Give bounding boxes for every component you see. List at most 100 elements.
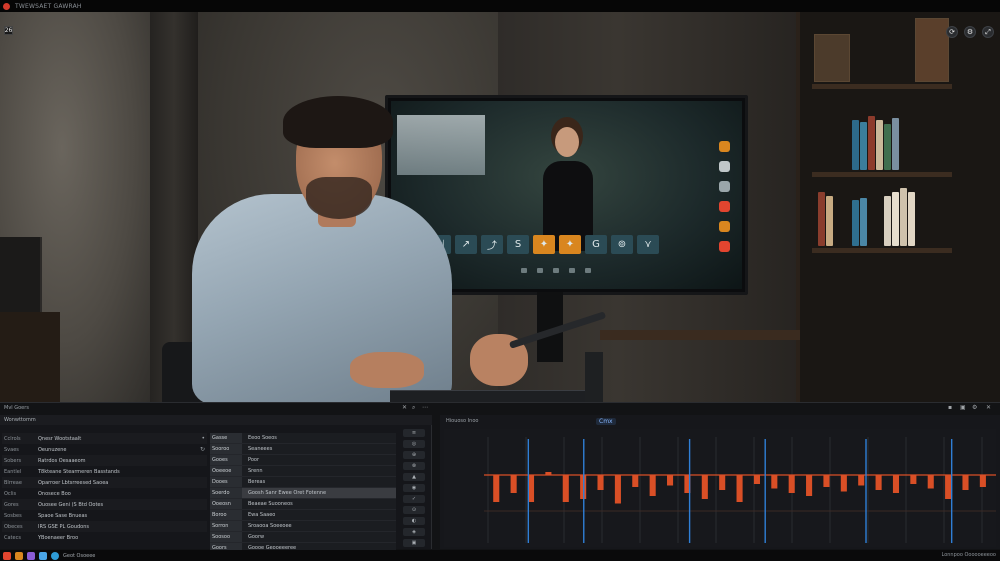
mini-tool-button[interactable]: ⊗	[403, 462, 425, 470]
taskbar-app-icon[interactable]	[39, 551, 47, 560]
person-hair	[283, 96, 393, 148]
list-item[interactable]: Obeces IRS GSE PL Goudons	[2, 521, 207, 532]
corner-badge[interactable]: 26	[4, 26, 13, 35]
book	[884, 124, 891, 170]
shelf-box	[814, 34, 850, 82]
close-icon[interactable]: ✕	[986, 405, 992, 411]
sidebar-app-icon[interactable]	[718, 221, 730, 232]
taskbar-app-icon[interactable]	[27, 551, 35, 560]
expand-icon[interactable]: ⤢	[982, 26, 994, 38]
list-item[interactable]: Sobers Ratrdos Oesaaeom	[2, 455, 207, 466]
sidebar-app-icon[interactable]	[718, 201, 730, 212]
scope-pulse	[806, 475, 813, 496]
page-dot[interactable]	[537, 268, 543, 273]
list-item[interactable]: Soosoo Goorw	[210, 532, 396, 543]
list-item[interactable]: Dooes Bereas	[210, 477, 396, 488]
list-item[interactable]: Blrreae Oparroer Lbtsrreesed Saoea	[2, 477, 207, 488]
list-item[interactable]: Eantlel T8kteane Stearmeren Basstands	[2, 466, 207, 477]
book	[892, 192, 899, 246]
presenter-head	[555, 127, 579, 157]
scope-pulse	[962, 475, 969, 490]
scope-pulse	[788, 475, 795, 493]
screen-tool-button[interactable]: G	[585, 235, 607, 254]
book	[826, 196, 833, 246]
scope-badge[interactable]: Cmx	[596, 418, 616, 425]
book	[860, 198, 867, 246]
list-item-selected[interactable]: Soerdo Goosh Sanr Ewee Oret Fotenne	[210, 488, 396, 499]
scope-plot[interactable]	[444, 429, 996, 547]
scope-pulse	[736, 475, 743, 502]
book	[818, 192, 825, 246]
screen-tool-button-active[interactable]: ✦	[559, 235, 581, 254]
screen-tool-button[interactable]: ↗	[455, 235, 477, 254]
scope-pulse	[771, 475, 778, 489]
mini-tool-button[interactable]: ⊙	[403, 506, 425, 514]
sidebar-app-icon[interactable]	[718, 241, 730, 252]
taskbar-app-icon[interactable]	[15, 551, 23, 560]
sidebar-app-icon[interactable]	[718, 141, 730, 152]
refresh-icon[interactable]: ⟳	[946, 26, 958, 38]
mini-tool-button[interactable]: ▣	[403, 539, 425, 547]
screen-tool-button[interactable]: ⤴	[481, 235, 503, 254]
list-item[interactable]: Ooeeoe Srenn	[210, 466, 396, 477]
list-item[interactable]: Sorron Sroaooa Soeeoee	[210, 521, 396, 532]
close-icon[interactable]: ✕	[402, 405, 408, 411]
properties-list: Wonwttomm Cclrols Qnesr Wootstaalt • Svaes…	[0, 415, 432, 558]
list-item[interactable]: Gasse Eeoo Soeos	[210, 433, 396, 444]
scope-pulse	[858, 475, 865, 486]
app-logo-icon	[3, 2, 10, 10]
mini-tool-button[interactable]: ⊕	[403, 451, 425, 459]
scope-pulse	[840, 475, 847, 492]
list-item[interactable]: Gooes Poor	[210, 455, 396, 466]
list-item[interactable]: Cclrols Qnesr Wootstaalt •	[2, 433, 207, 444]
list-item[interactable]: Ooeosn Beaeae Suooneos	[210, 499, 396, 510]
mini-tool-button[interactable]: ◐	[403, 517, 425, 525]
dock-icon[interactable]: ▣	[960, 405, 966, 411]
mini-tool-button[interactable]: ≡	[403, 429, 425, 437]
screen-tool-button[interactable]: ⋎	[637, 235, 659, 254]
list-item[interactable]: Boroo Ewa Saaeo	[210, 510, 396, 521]
list-item[interactable]: Svaes Oeunuzene ↻	[2, 444, 207, 455]
screen-tool-button-active[interactable]: ✦	[533, 235, 555, 254]
page-dot[interactable]	[569, 268, 575, 273]
mini-tool-button[interactable]: ✓	[403, 495, 425, 503]
page-dot[interactable]	[585, 268, 591, 273]
scope-pulse	[667, 475, 674, 486]
person-beard	[306, 177, 372, 219]
settings-icon[interactable]: ⚙	[964, 26, 976, 38]
taskbar-app-icon[interactable]	[3, 551, 11, 560]
mini-tool-button[interactable]: ◎	[403, 440, 425, 448]
minimize-icon[interactable]: ▪	[948, 405, 954, 411]
screen-tool-button[interactable]: S	[507, 235, 529, 254]
sidebar-app-icon[interactable]	[718, 161, 730, 172]
video-preview[interactable]: ⤡ ⇲ ↗ ⤴ S ✦ ✦ G ⊚ ⋎	[0, 12, 1000, 402]
waveform-scope[interactable]: Hiouoso Inoo Cmx Ananar Shil Bnoaoo Sooe…	[440, 415, 1000, 549]
scope-pulse	[823, 475, 830, 487]
taskbar-label[interactable]: Geot Osoeee	[63, 553, 95, 559]
list-item[interactable]: Sooroo Seaneees	[210, 444, 396, 455]
title-bar: TWEWSAET GAWRAH	[0, 0, 1000, 12]
list-item[interactable]: Sosbes Spaoe Sase Bnueas	[2, 510, 207, 521]
settings-icon[interactable]: ⚙	[972, 405, 978, 411]
list-tab[interactable]: Wonwttomm	[4, 417, 36, 423]
scope-header: Hiouoso Inoo Cmx	[440, 415, 1000, 427]
scene-side-table	[0, 312, 60, 402]
sidebar-app-icon[interactable]	[718, 181, 730, 192]
mini-tool-button[interactable]: ▲	[403, 473, 425, 481]
search-icon[interactable]: ⌕	[412, 405, 418, 411]
screen-tool-button[interactable]: ⊚	[611, 235, 633, 254]
list-item[interactable]: Gores Ouosee Geni (S Btd Ootes	[2, 499, 207, 510]
page-dot[interactable]	[521, 268, 527, 273]
shelf-board	[812, 84, 952, 89]
list-item[interactable]: Catecs YBoenaeer Broo	[2, 532, 207, 543]
scope-pulse	[927, 475, 934, 489]
book	[884, 196, 891, 246]
more-icon[interactable]: ⋯	[422, 405, 428, 411]
page-dot[interactable]	[553, 268, 559, 273]
mini-tool-button[interactable]: ◈	[403, 528, 425, 536]
taskbar-app-icon[interactable]	[51, 551, 59, 560]
mini-tool-button[interactable]: ◉	[403, 484, 425, 492]
scope-pulse	[979, 475, 986, 487]
list-item[interactable]: Oclis Onosece Boo	[2, 488, 207, 499]
book	[852, 200, 859, 246]
